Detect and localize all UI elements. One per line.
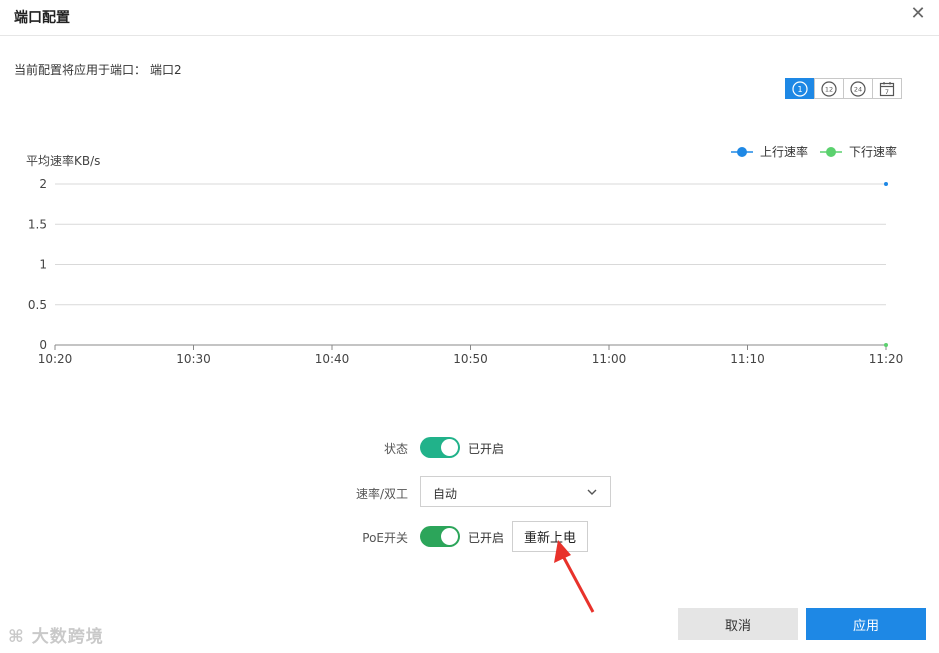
x-tick-label: 10:20 (38, 352, 73, 366)
range-24h-button[interactable]: 24 (843, 78, 873, 99)
legend-marker (737, 147, 747, 157)
legend-label: 上行速率 (760, 144, 808, 159)
port-name: 端口2 (150, 63, 182, 77)
dialog-header: 端口配置 ✕ (0, 0, 939, 36)
poe-toggle[interactable] (420, 526, 460, 547)
speed-duplex-value: 自动 (433, 487, 458, 501)
time-range-selector: 1 12 24 7 (785, 78, 902, 99)
close-icon[interactable]: ✕ (908, 4, 928, 24)
data-point (884, 343, 888, 347)
watermark: ⌘ 大数跨境 (8, 622, 104, 647)
x-tick-label: 10:40 (315, 352, 350, 366)
svg-text:12: 12 (825, 85, 833, 93)
clock-1-icon: 1 (792, 80, 808, 97)
y-axis-label: 平均速率KB/s (26, 153, 100, 168)
apply-button[interactable]: 应用 (806, 608, 926, 640)
x-tick-label: 11:10 (730, 352, 765, 366)
speed-duplex-select[interactable]: 自动 (420, 476, 611, 507)
legend-label: 下行速率 (849, 144, 897, 159)
y-tick-label: 0 (39, 338, 47, 352)
chevron-down-icon (587, 489, 597, 495)
calendar-7-icon: 7 (879, 81, 895, 96)
clock-24-icon: 24 (850, 80, 866, 97)
data-point (884, 182, 888, 186)
port-info: 当前配置将应用于端口： 端口2 (14, 61, 182, 78)
y-tick-label: 0.5 (28, 298, 47, 312)
traffic-chart-svg: 平均速率KB/s 2 1.5 1 0.5 010:20 10:30 10:40 10:50 11:… (26, 144, 904, 366)
y-tick-label: 2 (39, 177, 47, 191)
y-tick-label: 1 (39, 258, 47, 272)
poe-label: PoE开关 (362, 531, 408, 545)
watermark-text: 大数跨境 (31, 627, 104, 647)
clock-12-icon: 12 (821, 80, 837, 97)
poe-toggle-knob (441, 528, 458, 545)
poe-state-text: 已开启 (468, 531, 505, 545)
dialog-title: 端口配置 (14, 10, 70, 26)
watermark-logo-icon: ⌘ (8, 627, 25, 647)
legend-marker (826, 147, 836, 157)
cancel-button[interactable]: 取消 (678, 608, 798, 640)
status-state-text: 已开启 (468, 442, 505, 456)
svg-text:1: 1 (797, 85, 802, 94)
x-tick-label: 11:20 (869, 352, 904, 366)
range-1h-button[interactable]: 1 (785, 78, 815, 99)
status-label: 状态 (383, 442, 408, 456)
status-toggle[interactable] (420, 437, 460, 458)
range-7d-button[interactable]: 7 (872, 78, 902, 99)
status-toggle-knob (441, 439, 458, 456)
traffic-chart: 平均速率KB/s 2 1.5 1 0.5 0 10:20 10:30 10:40 10:50 11:… (0, 140, 939, 380)
port-info-label: 当前配置将应用于端口： (14, 63, 147, 77)
speed-duplex-label: 速率/双工 (355, 487, 408, 501)
y-tick-label: 1.5 (28, 217, 47, 231)
svg-text:24: 24 (854, 85, 862, 93)
range-12h-button[interactable]: 12 (814, 78, 844, 99)
x-tick-label: 11:00 (592, 352, 627, 366)
x-tick-label: 10:30 (176, 352, 211, 366)
repower-button[interactable]: 重新上电 (512, 521, 588, 552)
x-tick-label: 10:50 (453, 352, 488, 366)
svg-text:7: 7 (885, 88, 889, 96)
